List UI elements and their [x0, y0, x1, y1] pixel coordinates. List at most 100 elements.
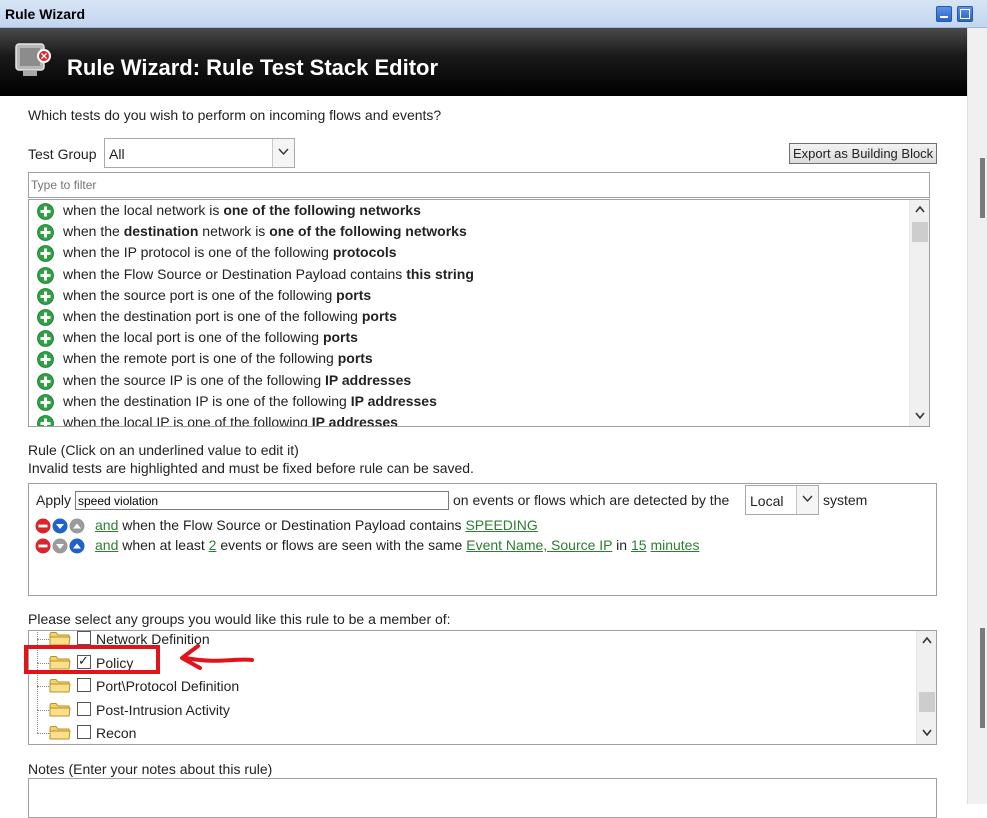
test-text: when the [63, 223, 124, 240]
export-building-block-button[interactable]: Export as Building Block [789, 143, 938, 164]
add-test-icon[interactable] [37, 372, 54, 390]
group-label: Port\Protocol Definition [96, 678, 240, 694]
move-down-icon [52, 538, 68, 554]
maximize-icon[interactable] [957, 6, 973, 22]
scroll-thumb[interactable] [912, 222, 928, 242]
scrollbar-mark [980, 158, 985, 218]
test-text: when the destination IP is one of the fo… [63, 392, 351, 409]
add-test-icon[interactable] [37, 309, 54, 326]
remove-icon [35, 538, 51, 554]
group-checkbox[interactable] [77, 725, 91, 739]
and-toggle-link[interactable]: and [95, 517, 118, 533]
add-test-icon[interactable] [37, 203, 54, 220]
test-group-value: All [109, 146, 125, 162]
condition-text: in [612, 537, 631, 553]
test-param: IP addresses [350, 392, 437, 409]
test-param: IP addresses [325, 371, 412, 388]
rule-wizard-icon [15, 43, 51, 76]
payload-string-link[interactable]: SPEEDING [465, 517, 537, 533]
test-text: network is [198, 223, 270, 240]
condition-controls[interactable] [35, 538, 91, 554]
test-param: ports [361, 308, 397, 324]
group-checkbox[interactable] [77, 631, 91, 645]
system-value: Local [750, 493, 784, 509]
tree-line [37, 686, 38, 710]
test-text: when the IP protocol is one of the follo… [63, 244, 333, 261]
annotation-arrow-icon [180, 644, 254, 670]
group-checkbox[interactable] [77, 701, 91, 716]
duration-unit-link[interactable]: minutes [650, 537, 699, 553]
annotation-highlight-box [24, 645, 160, 674]
add-test-icon[interactable] [37, 245, 54, 263]
scroll-up-icon[interactable] [922, 636, 932, 644]
rule-section-title: Rule (Click on an underlined value to ed… [28, 442, 299, 458]
group-label: Post-Intrusion Activity [96, 701, 230, 718]
group-tree-scrollbar[interactable] [916, 631, 936, 744]
rule-name-input[interactable] [75, 491, 449, 510]
notes-textarea[interactable] [28, 778, 937, 818]
tests-prompt: Which tests do you wish to perform on in… [28, 107, 442, 123]
group-label: Recon [96, 725, 137, 741]
test-param: protocols [332, 244, 397, 261]
on-events-text: on events or flows which are detected by… [453, 492, 730, 508]
page-scrollbar[interactable] [967, 28, 987, 804]
test-text: when the source port is one of the follo… [63, 286, 337, 303]
test-text: when the source IP is one of the followi… [63, 371, 326, 388]
test-list-scrollbar[interactable] [909, 200, 929, 426]
rule-section-hint: Invalid tests are highlighted and must b… [28, 460, 474, 476]
system-label: system [823, 492, 868, 508]
add-test-icon[interactable] [37, 287, 54, 305]
scroll-down-icon[interactable] [915, 412, 925, 420]
minimize-icon[interactable] [936, 6, 952, 22]
page-title: Rule Wizard: Rule Test Stack Editor [67, 55, 439, 80]
groups-prompt: Please select any groups you would like … [28, 611, 451, 627]
chevron-down-icon[interactable] [272, 139, 294, 167]
test-filter[interactable] [28, 172, 930, 198]
and-toggle-link[interactable]: and [95, 537, 118, 553]
window-title: Rule Wizard [5, 6, 85, 22]
add-test-icon[interactable] [37, 393, 54, 411]
filter-input[interactable] [29, 173, 929, 197]
rule-condition: and when at least 2 events or flows are … [35, 536, 925, 556]
move-up-icon [69, 518, 85, 534]
scroll-up-icon[interactable] [915, 205, 925, 213]
test-text: when the local port is one of the follow… [63, 329, 323, 346]
properties-link[interactable]: Event Name, Source IP [466, 537, 612, 553]
rule-condition: and when the Flow Source or Destination … [35, 516, 925, 536]
group-item[interactable]: Port\Protocol Definition [29, 663, 909, 697]
group-item[interactable]: Recon [29, 710, 909, 744]
add-test-icon[interactable] [37, 330, 54, 348]
scroll-down-icon[interactable] [922, 729, 932, 737]
test-param: ports [337, 350, 373, 367]
tree-line [37, 631, 38, 639]
chevron-down-icon[interactable] [796, 486, 818, 514]
test-list: when the local network is one of the fol… [28, 199, 930, 427]
apply-label: Apply [36, 492, 72, 508]
move-down-icon [52, 518, 68, 534]
scrollbar-mark [980, 628, 985, 728]
group-checkbox[interactable] [77, 678, 91, 692]
remove-icon [35, 518, 51, 534]
condition-text: when at least [118, 537, 209, 553]
test-param: IP addresses [311, 414, 398, 427]
duration-link[interactable]: 15 [631, 537, 647, 553]
test-param: ports [322, 329, 358, 346]
add-test-icon[interactable] [37, 351, 54, 369]
scroll-thumb[interactable] [919, 692, 935, 712]
window-title-bar: Rule Wizard [0, 0, 987, 28]
rule-editor: Apply on events or flows which are detec… [28, 483, 937, 596]
group-item[interactable]: ✓ Policy [29, 639, 909, 674]
test-group-select[interactable]: All [104, 138, 295, 168]
wizard-header: Rule Wizard: Rule Test Stack Editor [0, 28, 967, 96]
folder-icon [49, 702, 71, 716]
group-item[interactable]: Network Definition [29, 631, 909, 650]
add-test-icon[interactable] [37, 266, 54, 284]
group-item[interactable]: Post-Intrusion Activity [29, 686, 909, 721]
condition-controls[interactable] [35, 518, 91, 534]
system-select[interactable]: Local [745, 485, 819, 515]
test-text: when the local IP is one of the followin… [63, 414, 312, 427]
add-test-icon[interactable] [37, 224, 54, 242]
folder-icon [49, 632, 71, 646]
add-test-icon[interactable] [37, 415, 54, 427]
test-param: this string [406, 265, 474, 282]
